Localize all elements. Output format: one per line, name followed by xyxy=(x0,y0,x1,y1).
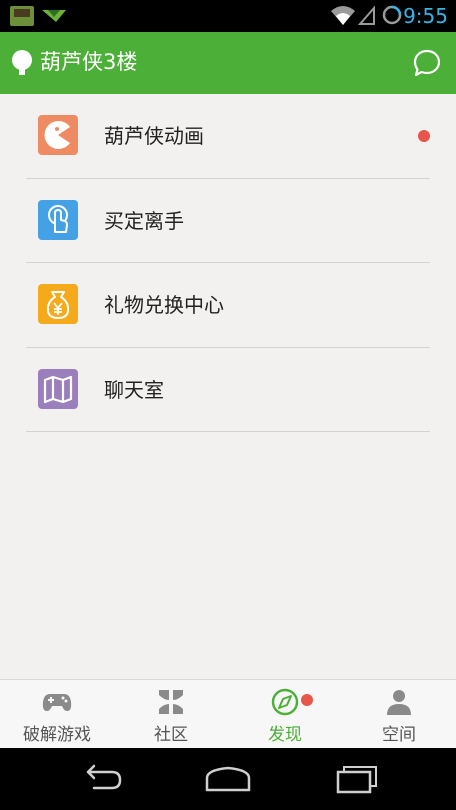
tab-discover[interactable]: 发现 xyxy=(228,680,342,749)
app-title: 葫芦侠3楼 xyxy=(40,50,138,74)
wifi-icon xyxy=(331,6,355,25)
menu-item-chatroom[interactable]: 聊天室 xyxy=(26,348,430,432)
menu-item-label: 葫芦侠动画 xyxy=(104,124,204,148)
money-bag-icon xyxy=(38,284,78,324)
menu-item-betting[interactable]: 买定离手 xyxy=(26,179,430,263)
chat-bubble-icon[interactable] xyxy=(412,48,442,78)
new-badge xyxy=(301,694,313,706)
tab-space[interactable]: 空间 xyxy=(342,680,456,749)
menu-item-label: 聊天室 xyxy=(104,377,164,402)
signal-icon xyxy=(358,5,375,25)
user-icon xyxy=(387,690,411,715)
menu-item-label: 礼物兑换中心 xyxy=(104,293,224,317)
discover-menu-list: 葫芦侠动画 买定离手 礼物兑换中心 聊天室 xyxy=(0,94,456,432)
pacman-icon xyxy=(38,115,78,155)
menu-item-label: 买定离手 xyxy=(104,208,184,233)
status-bar: 9:55 xyxy=(0,0,456,32)
tab-cracked-games[interactable]: 破解游戏 xyxy=(0,680,114,749)
tab-label: 发现 xyxy=(268,725,302,745)
tab-community[interactable]: 社区 xyxy=(114,680,228,749)
menu-item-gift-exchange[interactable]: 礼物兑换中心 xyxy=(26,263,430,348)
back-icon[interactable] xyxy=(76,762,126,796)
clock: 9:55 xyxy=(403,4,448,28)
system-navigation-bar xyxy=(0,748,456,810)
new-badge xyxy=(418,130,430,142)
sync-icon xyxy=(382,5,402,25)
recent-apps-icon[interactable] xyxy=(330,762,380,796)
gamepad-icon xyxy=(42,694,72,711)
bottom-tab-bar: 破解游戏 社区 发现 空间 xyxy=(0,679,456,748)
home-icon[interactable] xyxy=(203,762,253,796)
compass-icon xyxy=(271,688,299,716)
tab-label: 破解游戏 xyxy=(23,725,91,745)
map-icon xyxy=(38,368,78,409)
app-bar: 葫芦侠3楼 xyxy=(0,32,456,94)
tab-label: 空间 xyxy=(382,725,416,745)
download-notification-icon xyxy=(42,10,66,22)
community-icon xyxy=(159,690,183,714)
game-notification-icon xyxy=(10,6,34,26)
menu-item-animation[interactable]: 葫芦侠动画 xyxy=(26,94,430,179)
tab-label: 社区 xyxy=(154,725,188,745)
touch-hand-icon xyxy=(38,199,78,240)
gourd-logo-icon xyxy=(12,50,32,75)
